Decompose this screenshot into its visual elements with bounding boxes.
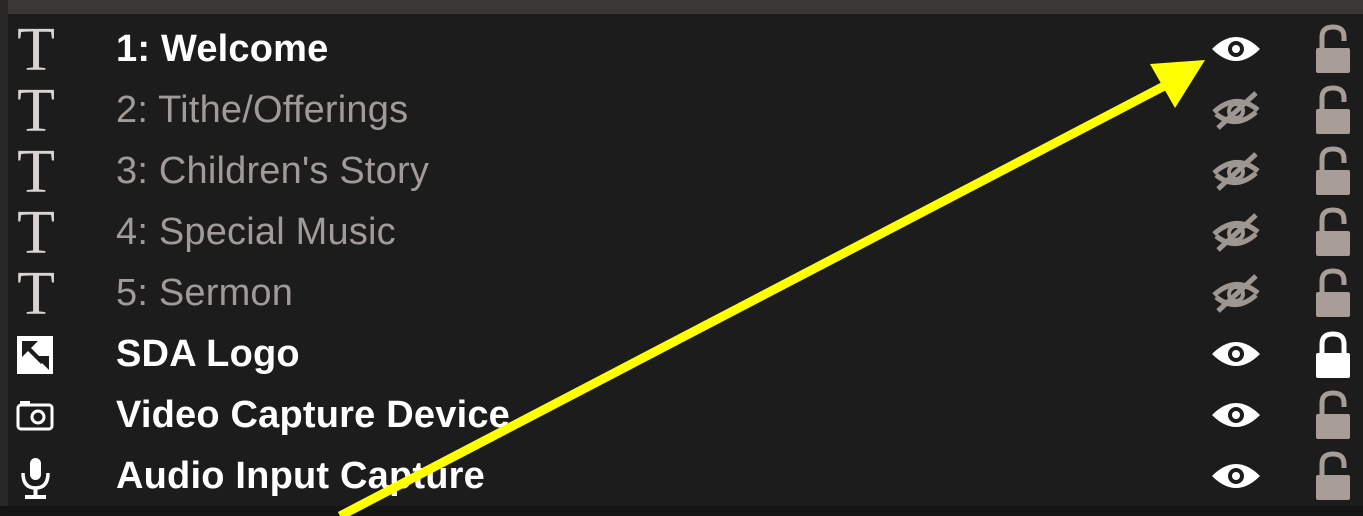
source-row[interactable]: Video Capture Device — [8, 385, 1363, 446]
source-label: 2: Tithe/Offerings — [116, 89, 409, 131]
source-row[interactable]: T 3: Children's Story — [8, 141, 1363, 202]
svg-text:T: T — [17, 21, 55, 77]
svg-text:T: T — [17, 265, 55, 321]
source-label: Video Capture Device — [116, 394, 511, 436]
unlocked-padlock-icon[interactable] — [1308, 387, 1358, 443]
source-row[interactable]: T 5: Sermon — [8, 263, 1363, 324]
image-source-icon — [14, 326, 58, 382]
text-source-icon: T — [14, 265, 58, 321]
eye-icon[interactable] — [1206, 395, 1266, 435]
text-source-icon: T — [14, 143, 58, 199]
source-label: 5: Sermon — [116, 272, 294, 314]
camera-source-icon — [14, 387, 58, 443]
microphone-source-icon — [14, 448, 58, 504]
svg-text:T: T — [17, 143, 55, 199]
unlocked-padlock-icon[interactable] — [1308, 448, 1358, 504]
unlocked-padlock-icon[interactable] — [1308, 204, 1358, 260]
source-label: SDA Logo — [116, 333, 300, 375]
source-label: Audio Input Capture — [116, 455, 485, 497]
source-row[interactable]: Audio Input Capture — [8, 446, 1363, 507]
eye-slash-icon[interactable] — [1206, 90, 1266, 130]
source-row[interactable]: T 4: Special Music — [8, 202, 1363, 263]
text-source-icon: T — [14, 204, 58, 260]
eye-icon[interactable] — [1206, 334, 1266, 374]
text-source-icon: T — [14, 21, 58, 77]
source-label: 3: Children's Story — [116, 150, 430, 192]
source-row[interactable]: T 1: Welcome — [8, 19, 1363, 80]
source-row[interactable]: SDA Logo — [8, 324, 1363, 385]
eye-icon[interactable] — [1206, 456, 1266, 496]
unlocked-padlock-icon[interactable] — [1308, 82, 1358, 138]
svg-text:T: T — [17, 82, 55, 138]
source-label: 4: Special Music — [116, 211, 396, 253]
unlocked-padlock-icon[interactable] — [1308, 265, 1358, 321]
source-label: 1: Welcome — [116, 28, 329, 70]
locked-padlock-icon[interactable] — [1308, 326, 1358, 382]
text-source-icon: T — [14, 82, 58, 138]
sources-list: T 1: Welcome T 2: Tithe/Offerings T 3: Childr… — [8, 14, 1363, 506]
window-bottom-edge — [0, 506, 1363, 516]
unlocked-padlock-icon[interactable] — [1308, 143, 1358, 199]
svg-text:T: T — [17, 204, 55, 260]
window-left-edge — [0, 0, 8, 516]
eye-slash-icon[interactable] — [1206, 273, 1266, 313]
unlocked-padlock-icon[interactable] — [1308, 21, 1358, 77]
source-row[interactable]: T 2: Tithe/Offerings — [8, 80, 1363, 141]
eye-icon[interactable] — [1206, 29, 1266, 69]
eye-slash-icon[interactable] — [1206, 151, 1266, 191]
window-top-edge — [0, 0, 1363, 14]
eye-slash-icon[interactable] — [1206, 212, 1266, 252]
